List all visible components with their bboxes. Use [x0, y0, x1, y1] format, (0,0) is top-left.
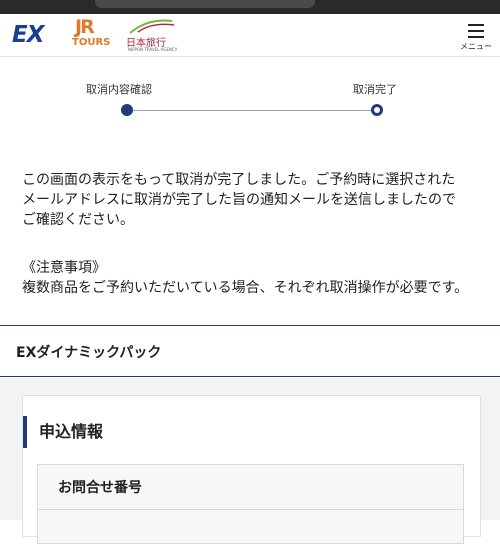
nippon-travel-subtext: NIPPON TRAVEL AGENCY [128, 47, 178, 52]
inquiry-number-box: お問合せ番号 [37, 464, 464, 544]
ex-logo[interactable]: EX [12, 22, 44, 48]
notice-section: 《注意事項》 複数商品をご予約いただいている場合、それぞれ取消操作が必要です。 [22, 258, 497, 298]
notice-text: 複数商品をご予約いただいている場合、それぞれ取消操作が必要です。 [22, 280, 469, 296]
message-line: ご確認ください。 [22, 212, 134, 228]
application-info-heading: 申込情報 [23, 416, 103, 448]
application-info-card: 申込情報 お問合せ番号 [22, 395, 481, 544]
site-header: EX JR TOURS 日本旅行 NIPPON TRAVEL AGENCY メニ… [0, 14, 500, 57]
nippon-travel-swoosh-icon [129, 19, 175, 34]
step-dot-confirm [121, 104, 133, 116]
menu-button[interactable]: メニュー [458, 18, 494, 54]
step-dot-complete [371, 104, 383, 116]
notice-title: 《注意事項》 [22, 260, 106, 276]
divider [38, 509, 463, 510]
hamburger-icon-bar [468, 36, 484, 38]
jr-tours-text: TOURS [72, 37, 111, 48]
step-label-complete: 取消完了 [353, 83, 397, 96]
status-strip [0, 0, 500, 14]
inquiry-number-label: お問合せ番号 [58, 480, 142, 496]
nippon-travel-logo[interactable]: 日本旅行 NIPPON TRAVEL AGENCY [124, 16, 178, 54]
progress-line [127, 110, 378, 111]
step-label-confirm: 取消内容確認 [86, 83, 152, 96]
product-header: EXダイナミックパック [0, 325, 500, 377]
completion-message: この画面の表示をもって取消が完了しました。ご予約時に選択された メールアドレスに… [22, 170, 492, 230]
product-name: EXダイナミックパック [16, 345, 162, 361]
address-bar-remnant [95, 0, 315, 8]
menu-label: メニュー [460, 42, 492, 51]
hamburger-icon-bar [468, 30, 484, 32]
jr-logo-mark: JR [75, 16, 95, 38]
message-line: この画面の表示をもって取消が完了しました。ご予約時に選択された [22, 172, 456, 188]
hamburger-icon [468, 24, 484, 26]
jr-tours-logo[interactable]: JR TOURS [72, 16, 110, 54]
message-line: メールアドレスに取消が完了した旨の通知メールを送信しましたので [22, 192, 456, 208]
